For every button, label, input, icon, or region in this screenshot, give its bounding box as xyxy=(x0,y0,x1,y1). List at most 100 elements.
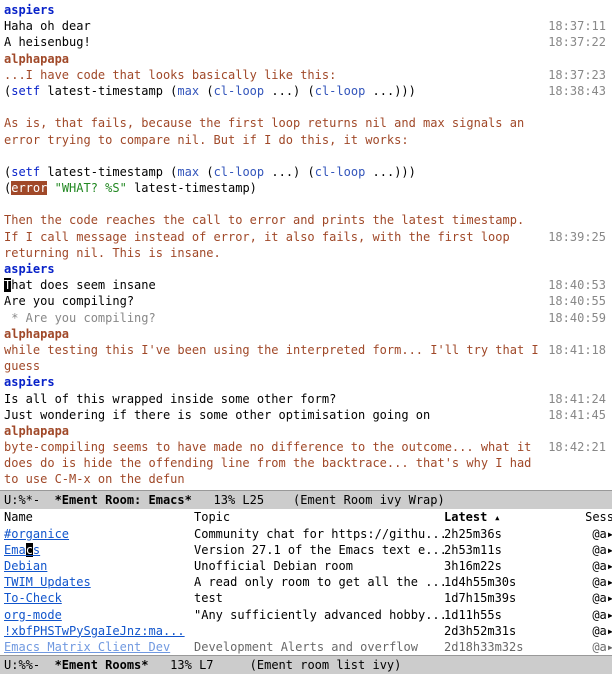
timestamp: 18:41:18 xyxy=(544,342,608,374)
nick: alphapapa xyxy=(4,424,69,438)
chat-line: alphapapa xyxy=(4,423,608,439)
chat-line: alphapapa xyxy=(4,326,608,342)
chat-message: ...I have code that looks basically like… xyxy=(4,67,544,83)
room-session: @a▸ xyxy=(564,623,612,639)
room-topic: Development Alerts and overflow xyxy=(194,639,444,655)
room-session: @a▸ xyxy=(564,542,612,558)
nick: alphapapa xyxy=(4,52,69,66)
col-header-topic[interactable]: Topic xyxy=(194,509,444,526)
timestamp xyxy=(544,2,608,18)
room-name[interactable]: Emacs xyxy=(4,542,194,558)
room-row[interactable]: DebianUnofficial Debian room3h16m22s@a▸ xyxy=(0,558,612,574)
chat-line: Are you compiling?18:40:55 xyxy=(4,293,608,309)
room-topic: Version 27.1 of the Emacs text e... xyxy=(194,542,444,558)
timestamp xyxy=(544,261,608,277)
room-latest: 2h25m36s xyxy=(444,526,564,542)
room-name[interactable]: org-mode xyxy=(4,607,194,623)
nick: aspiers xyxy=(4,375,55,389)
timestamp: 18:37:23 xyxy=(544,67,608,83)
nick: alphapapa xyxy=(4,327,69,341)
chat-line: If I call message instead of error, it a… xyxy=(4,229,608,261)
room-row[interactable]: Emacs Matrix Client DevDevelopment Alert… xyxy=(0,639,612,655)
room-row[interactable]: !xbfPHSTwPySgaIeJnz:ma... 2d3h52m31s@a▸ xyxy=(0,623,612,639)
chat-message: alphapapa xyxy=(4,51,544,67)
room-row[interactable]: To-Checktest1d7h15m39s@a▸ xyxy=(0,590,612,606)
room-row[interactable]: #organiceCommunity chat for https://gith… xyxy=(0,526,612,542)
chat-line: (setf latest-timestamp (max (cl-loop ...… xyxy=(4,164,608,180)
room-topic xyxy=(194,623,444,639)
chat-message: aspiers xyxy=(4,2,544,18)
timestamp: 18:37:22 xyxy=(544,34,608,50)
chat-line xyxy=(4,99,608,115)
buffer-name-rooms: *Ement Rooms* xyxy=(55,657,149,673)
room-topic: test xyxy=(194,590,444,606)
timestamp xyxy=(544,423,608,439)
timestamp xyxy=(544,196,608,212)
rooms-pane[interactable]: Name Topic Latest Sess #organiceCommunit… xyxy=(0,509,612,655)
chat-message: (setf latest-timestamp (max (cl-loop ...… xyxy=(4,83,544,99)
timestamp xyxy=(544,115,608,147)
chat-message: If I call message instead of error, it a… xyxy=(4,229,544,261)
col-header-sess[interactable]: Sess xyxy=(564,509,612,526)
modeline-rooms: U:%%- *Ement Rooms* 13% L7 (Ement room l… xyxy=(0,655,612,674)
room-name[interactable]: #organice xyxy=(4,526,194,542)
timestamp: 18:41:45 xyxy=(544,407,608,423)
chat-line: * Are you compiling?18:40:59 xyxy=(4,310,608,326)
timestamp: 18:41:24 xyxy=(544,391,608,407)
chat-message: byte-compiling seems to have made no dif… xyxy=(4,439,544,488)
room-session: @a▸ xyxy=(564,526,612,542)
chat-message xyxy=(4,99,544,115)
text-cursor: c xyxy=(26,543,33,557)
timestamp: 18:40:59 xyxy=(544,310,608,326)
timestamp xyxy=(544,99,608,115)
timestamp xyxy=(544,180,608,196)
timestamp: 18:40:53 xyxy=(544,277,608,293)
col-header-latest[interactable]: Latest xyxy=(444,509,564,526)
room-topic: A read only room to get all the ... xyxy=(194,574,444,590)
nick: aspiers xyxy=(4,3,55,17)
chat-message: aspiers xyxy=(4,261,544,277)
chat-message xyxy=(4,148,544,164)
room-latest: 1d7h15m39s xyxy=(444,590,564,606)
chat-line xyxy=(4,196,608,212)
chat-line: Is all of this wrapped inside some other… xyxy=(4,391,608,407)
room-topic: Community chat for https://githu... xyxy=(194,526,444,542)
chat-pane[interactable]: aspiersHaha oh dear18:37:11A heisenbug!1… xyxy=(0,0,612,490)
chat-line: while testing this I've been using the i… xyxy=(4,342,608,374)
chat-line: That does seem insane18:40:53 xyxy=(4,277,608,293)
chat-message: aspiers xyxy=(4,374,544,390)
room-row[interactable]: EmacsVersion 27.1 of the Emacs text e...… xyxy=(0,542,612,558)
room-latest: 2d3h52m31s xyxy=(444,623,564,639)
room-latest: 2h53m11s xyxy=(444,542,564,558)
chat-message: Haha oh dear xyxy=(4,18,544,34)
room-name[interactable]: Emacs Matrix Client Dev xyxy=(4,639,194,655)
nick: aspiers xyxy=(4,262,55,276)
modeline-chat: U:%*- *Ement Room: Emacs* 13% L25 (Ement… xyxy=(0,490,612,509)
timestamp xyxy=(544,326,608,342)
room-name[interactable]: Debian xyxy=(4,558,194,574)
room-topic: Unofficial Debian room xyxy=(194,558,444,574)
room-session: @a▸ xyxy=(564,607,612,623)
chat-message: As is, that fails, because the first loo… xyxy=(4,115,544,147)
room-row[interactable]: org-mode"Any sufficiently advanced hobby… xyxy=(0,607,612,623)
chat-message: Then the code reaches the call to error … xyxy=(4,212,544,228)
room-name[interactable]: TWIM Updates xyxy=(4,574,194,590)
timestamp xyxy=(544,374,608,390)
timestamp: 18:42:21 xyxy=(544,439,608,488)
room-name[interactable]: !xbfPHSTwPySgaIeJnz:ma... xyxy=(4,623,194,639)
chat-line: (error "WHAT? %S" latest-timestamp) xyxy=(4,180,608,196)
room-name[interactable]: To-Check xyxy=(4,590,194,606)
text-cursor: T xyxy=(4,278,11,292)
room-session: @a▸ xyxy=(564,590,612,606)
timestamp: 18:39:25 xyxy=(544,229,608,261)
room-list-header: Name Topic Latest Sess xyxy=(0,509,612,526)
modeline2-pos: 13% L7 xyxy=(149,657,250,673)
room-row[interactable]: TWIM UpdatesA read only room to get all … xyxy=(0,574,612,590)
chat-line: aspiers xyxy=(4,2,608,18)
chat-message: Just wondering if there is some other op… xyxy=(4,407,544,423)
chat-message: (error "WHAT? %S" latest-timestamp) xyxy=(4,180,544,196)
chat-message: A heisenbug! xyxy=(4,34,544,50)
modeline-pos: 13% L25 xyxy=(192,492,293,508)
room-session: @a▸ xyxy=(564,639,612,655)
col-header-name[interactable]: Name xyxy=(4,509,194,526)
